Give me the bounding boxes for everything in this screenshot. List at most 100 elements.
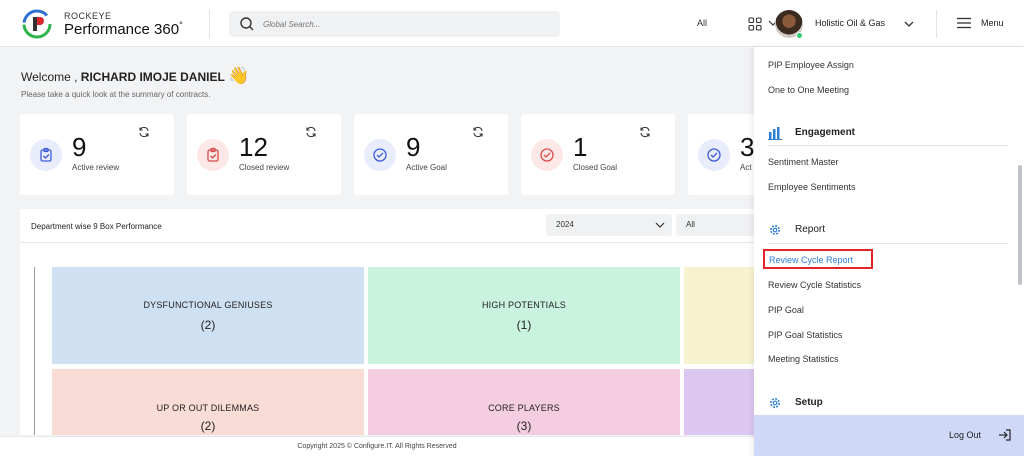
global-search: All xyxy=(229,11,789,37)
check-circle-icon xyxy=(707,148,721,162)
app-logo-icon[interactable] xyxy=(22,9,52,39)
box-name: HIGH POTENTIALS xyxy=(481,300,566,310)
stat-card[interactable]: 9 Active Goal xyxy=(354,114,508,195)
card-value: 9 xyxy=(72,132,87,162)
clipboard-check-icon xyxy=(207,147,219,162)
box-name: CORE PLAYERS xyxy=(488,403,560,413)
year-value: 2024 xyxy=(556,220,574,229)
section-divider xyxy=(768,243,1008,244)
menu-item-meeting-statistics[interactable]: Meeting Statistics xyxy=(768,354,839,364)
online-status-dot xyxy=(796,32,803,39)
menu-label: Menu xyxy=(981,18,1004,28)
card-icon-circle xyxy=(197,139,229,171)
user-name: RICHARD IMOJE DANIEL xyxy=(80,70,225,84)
filter-value: All xyxy=(686,220,695,229)
search-scope-value: All xyxy=(697,18,708,28)
card-label: Closed review xyxy=(239,163,290,172)
stat-card[interactable]: 9 Active review xyxy=(20,114,174,195)
welcome-greeting: Welcome , xyxy=(21,70,81,84)
gear-icon xyxy=(770,398,780,408)
check-circle-icon xyxy=(540,148,554,162)
card-label: Active review xyxy=(72,163,120,172)
welcome-subtitle: Please take a quick look at the summary … xyxy=(21,90,211,99)
bar-chart-icon xyxy=(768,127,782,140)
hamburger-icon xyxy=(957,17,971,29)
nine-box-cell[interactable]: DYSFUNCTIONAL GENIUSES (2) xyxy=(52,267,364,364)
copyright-text: Copyright 2025 © Configure.IT. All Right… xyxy=(297,443,457,450)
brand-degree: ° xyxy=(179,20,183,30)
stat-card[interactable]: 1 Closed Goal xyxy=(521,114,675,195)
panel-divider xyxy=(20,242,760,243)
card-value: 9 xyxy=(406,132,421,162)
nine-box-cell[interactable]: UP OR OUT DILEMMAS (2) xyxy=(52,369,364,435)
search-scope-select[interactable]: All xyxy=(687,12,789,36)
nine-box-cell[interactable]: HIGH POTENTIALS (1) xyxy=(368,267,680,364)
nine-box-cell[interactable] xyxy=(684,369,760,435)
menu-item-pip-goal-statistics[interactable]: PIP Goal Statistics xyxy=(768,330,842,340)
logout-label: Log Out xyxy=(949,430,982,440)
refresh-icon[interactable] xyxy=(639,126,651,138)
card-icon-circle xyxy=(30,139,62,171)
section-setup-label: Setup xyxy=(795,397,823,408)
menu-item-sentiment-master[interactable]: Sentiment Master xyxy=(768,157,839,167)
chevron-down-icon[interactable] xyxy=(902,17,916,31)
card-icon-circle xyxy=(698,139,730,171)
section-divider xyxy=(768,145,1008,146)
panel-title: Department wise 9 Box Performance xyxy=(31,222,162,231)
menu-item-pip-goal[interactable]: PIP Goal xyxy=(768,305,804,315)
y-axis-line xyxy=(34,267,35,435)
nine-box-cell[interactable]: CORE PLAYERS (3) xyxy=(368,369,680,435)
card-label: Closed Goal xyxy=(573,163,618,172)
box-name: DYSFUNCTIONAL GENIUSES xyxy=(143,300,273,310)
menu-item-review-cycle-report-label: Review Cycle Report xyxy=(769,255,854,265)
brand-main: Performance 360° xyxy=(64,20,183,38)
welcome-heading: Welcome , RICHARD IMOJE DANIEL 👋 xyxy=(21,66,249,86)
clipboard-check-icon xyxy=(40,147,52,162)
header-divider xyxy=(209,10,210,38)
nine-box-panel: Department wise 9 Box Performance 2024 A… xyxy=(20,209,760,435)
card-value: 3 xyxy=(740,132,755,162)
card-label: Active Goal xyxy=(406,163,447,172)
apps-grid-icon[interactable] xyxy=(748,17,762,31)
box-name: UP OR OUT DILEMMAS xyxy=(156,403,260,413)
box-count: (1) xyxy=(516,318,532,332)
side-menu: PIP Employee Assign One to One Meeting E… xyxy=(754,47,1024,456)
menu-item-employee-sentiments[interactable]: Employee Sentiments xyxy=(768,182,856,192)
header-divider xyxy=(936,10,937,38)
department-filter-select[interactable]: All xyxy=(676,214,760,236)
wave-emoji-icon: 👋 xyxy=(228,66,250,85)
menu-item-review-cycle-report[interactable]: Review Cycle Report xyxy=(763,249,873,269)
company-name[interactable]: Holistic Oil & Gas xyxy=(815,18,885,28)
card-value: 1 xyxy=(573,132,588,162)
menu-item-review-cycle-statistics[interactable]: Review Cycle Statistics xyxy=(768,280,861,290)
menu-button[interactable]: Menu xyxy=(957,15,1012,33)
refresh-icon[interactable] xyxy=(472,126,484,138)
year-select[interactable]: 2024 xyxy=(546,214,672,236)
brand-main-text: Performance 360 xyxy=(64,21,180,38)
gear-icon xyxy=(770,225,780,235)
section-engagement-label: Engagement xyxy=(795,127,856,138)
box-count: (3) xyxy=(516,419,532,433)
nine-box-cell[interactable] xyxy=(684,267,760,364)
refresh-icon[interactable] xyxy=(305,126,317,138)
menu-scrollbar[interactable] xyxy=(1018,165,1022,285)
top-header: ROCKEYE Performance 360° All Holistic Oi… xyxy=(0,0,1024,47)
logout-button[interactable]: Log Out xyxy=(754,415,1024,456)
logout-icon xyxy=(999,429,1011,441)
box-count: (2) xyxy=(200,419,216,433)
refresh-icon[interactable] xyxy=(138,126,150,138)
stat-card[interactable]: 12 Closed review xyxy=(187,114,341,195)
card-icon-circle xyxy=(531,139,563,171)
chevron-down-icon xyxy=(655,222,665,228)
check-circle-icon xyxy=(373,148,387,162)
menu-item-pip-employee-assign[interactable]: PIP Employee Assign xyxy=(768,60,854,70)
box-count: (2) xyxy=(200,318,216,332)
card-value: 12 xyxy=(239,132,268,162)
card-icon-circle xyxy=(364,139,396,171)
search-input[interactable] xyxy=(263,16,443,32)
card-label: Act xyxy=(740,163,752,172)
search-icon xyxy=(240,17,254,31)
menu-item-one-to-one-meeting[interactable]: One to One Meeting xyxy=(768,85,849,95)
section-report-label: Report xyxy=(795,224,826,235)
footer: Copyright 2025 © Configure.IT. All Right… xyxy=(0,436,754,456)
